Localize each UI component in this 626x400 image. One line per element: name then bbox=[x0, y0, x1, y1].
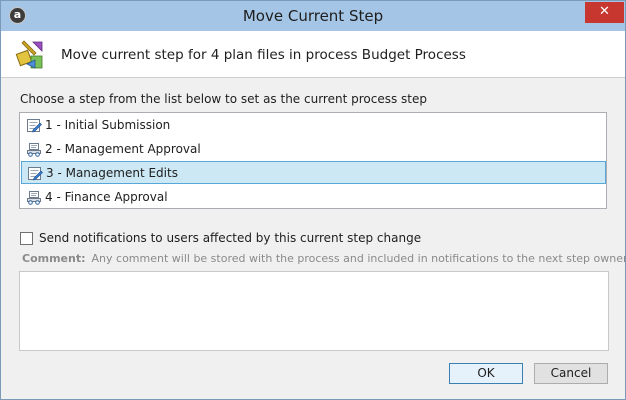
step-label: 3 - Management Edits bbox=[46, 166, 178, 180]
notify-label[interactable]: Send notifications to users affected by … bbox=[39, 231, 421, 245]
edit-document-icon bbox=[26, 118, 42, 133]
dialog-header: Move current step for 4 plan files in pr… bbox=[1, 31, 625, 78]
comment-hint-row: Comment: Any comment will be stored with … bbox=[22, 252, 626, 265]
cancel-button[interactable]: Cancel bbox=[534, 363, 608, 384]
close-button[interactable]: ✕ bbox=[585, 2, 624, 23]
instruction-label: Choose a step from the list below to set… bbox=[20, 92, 427, 106]
step-item-management-edits[interactable]: 3 - Management Edits bbox=[21, 161, 606, 184]
notify-checkbox[interactable] bbox=[20, 232, 33, 245]
ok-button[interactable]: OK bbox=[449, 363, 523, 384]
edit-document-icon bbox=[27, 166, 43, 181]
comment-hint: Any comment will be stored with the proc… bbox=[91, 252, 626, 265]
step-label: 2 - Management Approval bbox=[45, 142, 201, 156]
window-title: Move Current Step bbox=[242, 7, 384, 25]
step-item-initial-submission[interactable]: 1 - Initial Submission bbox=[21, 114, 606, 137]
close-icon: ✕ bbox=[599, 4, 610, 19]
step-label: 1 - Initial Submission bbox=[45, 118, 171, 132]
step-item-finance-approval[interactable]: 4 - Finance Approval bbox=[21, 186, 606, 209]
move-step-dialog: a Move Current Step ✕ Move current step … bbox=[0, 0, 626, 400]
comment-label: Comment: bbox=[22, 252, 86, 265]
step-item-management-approval[interactable]: 2 - Management Approval bbox=[21, 138, 606, 161]
approval-icon bbox=[26, 142, 42, 157]
step-label: 4 - Finance Approval bbox=[45, 190, 168, 204]
dialog-description: Move current step for 4 plan files in pr… bbox=[61, 47, 466, 63]
comment-input[interactable] bbox=[19, 271, 609, 351]
move-step-icon bbox=[15, 40, 43, 69]
approval-icon bbox=[26, 190, 42, 205]
step-list[interactable]: 1 - Initial Submission 2 - Management Ap… bbox=[19, 112, 607, 209]
title-bar[interactable]: a Move Current Step ✕ bbox=[1, 1, 625, 31]
